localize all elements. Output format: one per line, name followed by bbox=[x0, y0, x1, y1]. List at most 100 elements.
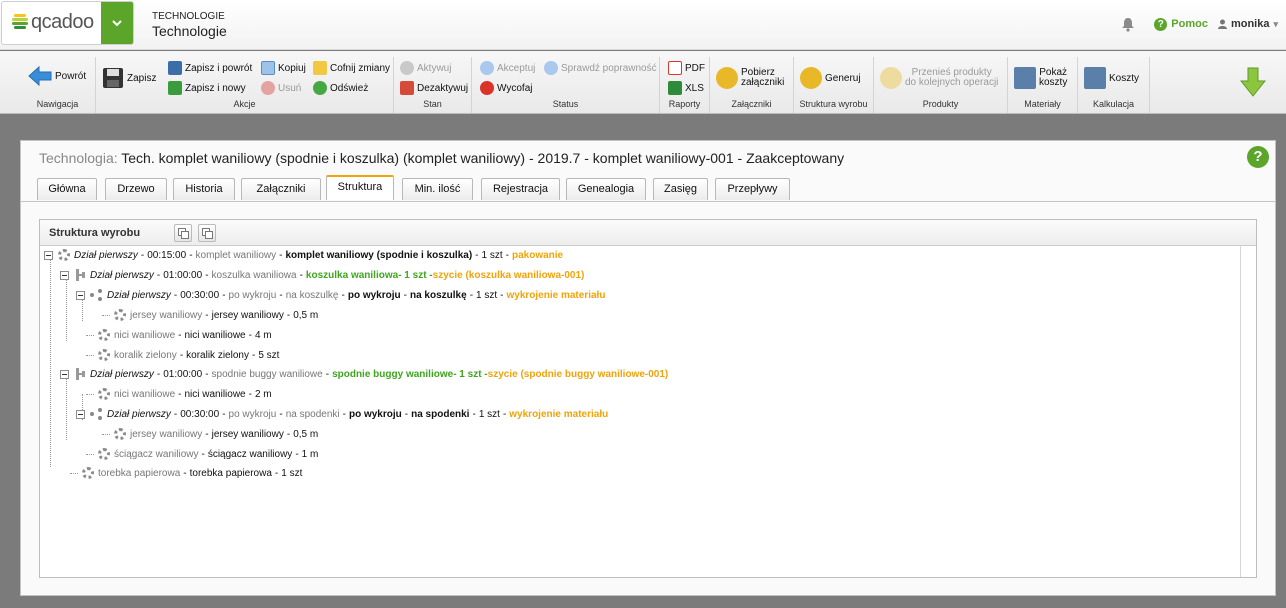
notifications-bell-icon[interactable] bbox=[1120, 16, 1136, 32]
tree-node-text: jersey waniliowy bbox=[130, 309, 203, 321]
copy-button[interactable]: Kopiuj bbox=[261, 61, 306, 75]
tree-node-text: jersey waniliowy bbox=[211, 428, 284, 440]
ribbon-group-products: Przenieś produkty do kolejnych operacji … bbox=[874, 57, 1008, 113]
tree-node[interactable]: jersey waniliowy - jersey waniliowy -0,5 m bbox=[102, 306, 318, 324]
tree-node[interactable]: koralik zielony - koralik zielony -5 szt bbox=[86, 346, 279, 364]
back-arrow-icon bbox=[28, 65, 52, 87]
withdraw-icon bbox=[480, 81, 494, 95]
deactivate-button[interactable]: Dezaktywuj bbox=[400, 81, 468, 95]
collapse-node-icon[interactable] bbox=[76, 290, 85, 300]
tab-min-quantity[interactable]: Min. ilość bbox=[402, 178, 473, 200]
tree-node-text: - bbox=[179, 349, 184, 361]
module-name: Technologie bbox=[152, 23, 227, 39]
page-title-text: Tech. komplet waniliowy (spodnie i koszu… bbox=[121, 150, 845, 166]
tree-node[interactable]: Dział pierwszy -00:30:00- po wykroju - na ko… bbox=[76, 286, 605, 304]
collapse-all-button[interactable] bbox=[198, 224, 216, 242]
gears-icon bbox=[880, 67, 902, 89]
tree-node-text: koralik zielony bbox=[114, 349, 177, 361]
app-logo[interactable]: qcadoo bbox=[1, 1, 134, 45]
ribbon-group-label: Stan bbox=[423, 99, 442, 109]
delete-button[interactable]: Usuń bbox=[261, 81, 301, 95]
tree-node-text: - 1 szt - bbox=[453, 368, 488, 380]
tab-history[interactable]: Historia bbox=[173, 178, 235, 200]
refresh-button[interactable]: Odśwież bbox=[313, 81, 368, 95]
technology-form-panel: Technologia: Tech. komplet waniliowy (sp… bbox=[20, 140, 1276, 596]
show-costs-button[interactable]: Pokaż koszty bbox=[1014, 67, 1067, 89]
collapse-node-icon[interactable] bbox=[76, 409, 85, 419]
delete-label: Usuń bbox=[278, 82, 302, 94]
download-attachments-button[interactable]: Pobierz załączniki bbox=[716, 67, 784, 89]
tree-node[interactable]: ściągacz waniliowy - ściągacz waniliowy -1 … bbox=[86, 445, 318, 463]
ribbon-group-label: Raporty bbox=[668, 99, 701, 109]
user-menu[interactable]: monika ▾ bbox=[1217, 18, 1286, 30]
undo-changes-button[interactable]: Cofnij zmiany bbox=[313, 61, 390, 75]
save-back-icon bbox=[168, 61, 182, 75]
tree-node-text: spodnie buggy waniliowe bbox=[332, 368, 454, 380]
collapse-node-icon[interactable] bbox=[60, 369, 69, 379]
tree-node-text: - bbox=[183, 467, 187, 479]
tree-node[interactable]: nici waniliowe - nici waniliowe -4 m bbox=[86, 326, 272, 344]
tree-node-text: - bbox=[286, 309, 291, 321]
gears-icon bbox=[800, 67, 822, 89]
tab-flows[interactable]: Przepływy bbox=[715, 178, 790, 200]
costs-button[interactable]: Koszty bbox=[1084, 67, 1139, 89]
collapse-node-icon[interactable] bbox=[44, 250, 53, 260]
tree-scrollbar[interactable] bbox=[1240, 246, 1256, 577]
tab-structure[interactable]: Struktura bbox=[326, 175, 394, 200]
expand-all-button[interactable] bbox=[174, 224, 192, 242]
tree-node-text: Dział pierwszy bbox=[107, 289, 171, 301]
product-structure-tree: Dział pierwszy -00:15:00- komplet waniliow… bbox=[40, 246, 1240, 577]
tree-node[interactable]: jersey waniliowy - jersey waniliowy -0,5 m bbox=[102, 425, 318, 443]
gear-icon bbox=[114, 428, 126, 440]
tree-node-text: 4 m bbox=[254, 329, 272, 341]
tree-node-text: na spodenki bbox=[411, 408, 470, 420]
tree-node[interactable]: nici waniliowe - nici waniliowe -2 m bbox=[86, 385, 272, 403]
main-menu-dropdown-button[interactable] bbox=[101, 2, 133, 44]
tree-node[interactable]: Dział pierwszy -01:00:00- koszulka wanilio… bbox=[60, 266, 584, 284]
save-and-back-button[interactable]: Zapisz i powrót bbox=[168, 61, 252, 75]
back-button[interactable]: Powrót bbox=[28, 65, 86, 87]
accept-label: Akceptuj bbox=[497, 62, 536, 74]
accept-button[interactable]: Akceptuj bbox=[480, 61, 535, 75]
check-correctness-button[interactable]: Sprawdź poprawność bbox=[544, 61, 657, 75]
tree-node-text: - bbox=[404, 408, 409, 420]
move-products-button[interactable]: Przenieś produkty do kolejnych operacji bbox=[880, 67, 998, 89]
tab-range[interactable]: Zasięg bbox=[653, 178, 708, 200]
tab-genealogy[interactable]: Genealogia bbox=[566, 178, 646, 200]
withdraw-button[interactable]: Wycofaj bbox=[480, 81, 532, 95]
tree-node-text: 00:30:00 bbox=[180, 289, 220, 301]
pdf-label: PDF bbox=[685, 62, 705, 74]
xls-icon bbox=[668, 81, 682, 95]
save-and-new-button[interactable]: Zapisz i nowy bbox=[168, 81, 246, 95]
tree-node-text: nici waniliowe bbox=[114, 329, 176, 341]
product-structure-title: Struktura wyrobu bbox=[49, 227, 141, 239]
tab-tree[interactable]: Drzewo bbox=[105, 178, 167, 200]
tree-node-text: ściągacz waniliowy bbox=[207, 448, 293, 460]
tree-node-text: - bbox=[173, 408, 178, 420]
tree-node[interactable]: Dział pierwszy -00:30:00- po wykroju - na sp… bbox=[76, 405, 608, 423]
tree-node[interactable]: Dział pierwszy -01:00:00- spodnie buggy wa… bbox=[60, 365, 668, 383]
tree-node-text: pakowanie bbox=[511, 249, 564, 261]
tree-node-text: po wykroju bbox=[228, 408, 277, 420]
tree-node-text: Dział pierwszy bbox=[74, 249, 138, 261]
tab-main[interactable]: Główna bbox=[37, 178, 97, 200]
tree-node[interactable]: torebka papierowa - torebka papierowa -1 sz… bbox=[70, 464, 302, 482]
generate-button[interactable]: Generuj bbox=[800, 67, 861, 89]
floppy-disk-icon bbox=[103, 68, 123, 88]
tree-node-text: - bbox=[189, 249, 193, 261]
collapse-ribbon-arrow-icon[interactable] bbox=[1239, 67, 1267, 100]
tab-attachments[interactable]: Załączniki bbox=[241, 178, 321, 200]
form-help-icon[interactable]: ? bbox=[1247, 146, 1269, 168]
xls-report-button[interactable]: XLS bbox=[668, 81, 704, 95]
save-button[interactable]: Zapisz bbox=[102, 67, 156, 89]
tree-node[interactable]: Dział pierwszy -00:15:00- komplet waniliow… bbox=[44, 246, 563, 264]
tree-node-text: nici waniliowe bbox=[184, 329, 246, 341]
save-new-label: Zapisz i nowy bbox=[185, 82, 246, 94]
collapse-node-icon[interactable] bbox=[60, 270, 69, 280]
activate-button[interactable]: Aktywuj bbox=[400, 61, 451, 75]
tree-node-text: spodnie buggy waniliowe bbox=[211, 368, 323, 380]
tab-registration[interactable]: Rejestracja bbox=[481, 178, 560, 200]
tree-node-text: torebka papierowa bbox=[98, 467, 181, 479]
help-link[interactable]: ? Pomoc bbox=[1154, 17, 1208, 31]
pdf-report-button[interactable]: PDF bbox=[668, 61, 705, 75]
